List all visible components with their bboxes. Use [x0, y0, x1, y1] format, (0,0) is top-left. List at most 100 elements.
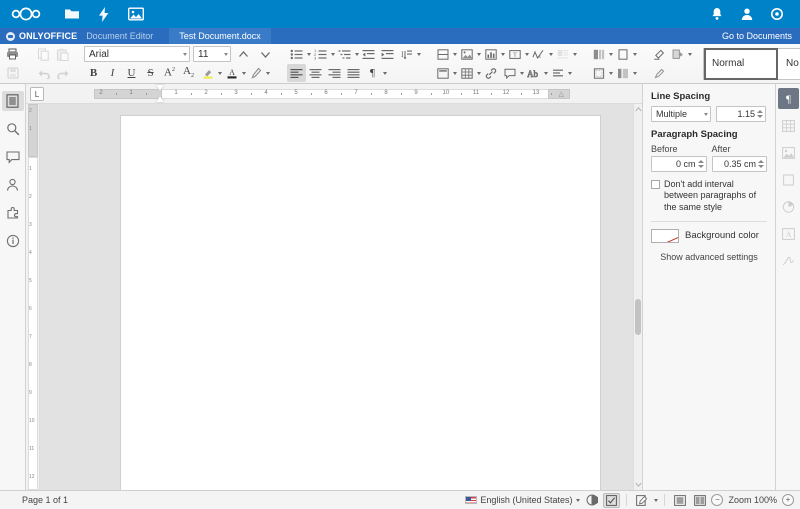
insert-dropcap-button[interactable] [553, 45, 572, 63]
bullets-button[interactable] [287, 45, 306, 63]
go-to-documents-link[interactable]: Go to Documents [722, 31, 792, 41]
underline-button[interactable]: U [122, 64, 141, 82]
insert-content-control-button[interactable] [548, 64, 567, 82]
fit-width-button[interactable] [691, 493, 708, 508]
nonprinting-chars-button[interactable]: ¶ [363, 64, 382, 82]
insert-image-button[interactable] [457, 45, 476, 63]
sidebar-item-search[interactable] [2, 119, 24, 139]
numbering-button[interactable]: 123 [311, 45, 330, 63]
language-label[interactable]: English (United States) [480, 495, 572, 505]
tab-stop-selector[interactable]: L [30, 87, 44, 101]
chevron-down-icon[interactable] [573, 53, 577, 56]
background-color-swatch[interactable] [651, 229, 679, 243]
no-interval-checkbox[interactable] [651, 180, 660, 189]
text-direction-button[interactable]: I [397, 45, 416, 63]
right-indent-marker[interactable]: △ [559, 90, 564, 98]
vertical-scrollbar[interactable] [633, 104, 642, 490]
insert-header-footer-button[interactable] [433, 64, 452, 82]
page-break-button[interactable] [433, 45, 452, 63]
vertical-ruler[interactable]: 2 1 1 2 3 4 5 6 7 8 9 10 11 12 [26, 104, 40, 490]
chevron-down-icon[interactable] [568, 72, 572, 75]
stepper-down-icon[interactable] [698, 165, 704, 168]
photos-app-icon[interactable] [120, 0, 152, 28]
scrollbar-thumb[interactable] [635, 299, 641, 335]
show-advanced-settings-link[interactable]: Show advanced settings [651, 252, 767, 262]
page-size-button[interactable] [613, 45, 632, 63]
chevron-down-icon[interactable] [688, 53, 692, 56]
copy-button[interactable] [34, 45, 53, 63]
stepper-down-icon[interactable] [758, 165, 764, 168]
print-button[interactable] [3, 45, 22, 63]
activity-app-icon[interactable] [88, 0, 120, 28]
paste-button[interactable] [53, 45, 72, 63]
highlight-pen-button[interactable] [649, 64, 668, 82]
track-changes-button[interactable] [633, 493, 650, 508]
insert-textbox-button[interactable]: T [505, 45, 524, 63]
insert-table-button[interactable] [457, 64, 476, 82]
sidebar-item-shape-settings[interactable] [778, 169, 799, 190]
spacing-before-stepper[interactable] [698, 160, 705, 168]
page-margins-button[interactable] [589, 64, 608, 82]
align-center-button[interactable] [306, 64, 325, 82]
stepper-up-icon[interactable] [758, 160, 764, 163]
chevron-down-icon[interactable] [576, 499, 580, 502]
stepper-down-icon[interactable] [757, 115, 763, 118]
fit-page-button[interactable] [671, 493, 688, 508]
chevron-down-icon[interactable] [224, 53, 228, 56]
spell-check-button[interactable] [603, 493, 620, 508]
highlight-color-button[interactable] [198, 64, 217, 82]
sidebar-item-chat[interactable] [2, 175, 24, 195]
sidebar-item-image-settings[interactable] [778, 142, 799, 163]
insert-comment-button[interactable] [500, 64, 519, 82]
gear-icon[interactable] [762, 0, 792, 28]
zoom-out-button[interactable]: − [711, 494, 723, 506]
chevron-down-icon[interactable] [183, 53, 187, 56]
background-color-row[interactable]: Background color [651, 229, 767, 243]
chevron-down-icon[interactable] [654, 499, 658, 502]
decrease-indent-button[interactable] [359, 45, 378, 63]
sidebar-item-table-settings[interactable] [778, 115, 799, 136]
notifications-icon[interactable] [702, 0, 732, 28]
sidebar-item-plugins[interactable] [2, 203, 24, 223]
line-spacing-rule-select[interactable]: Multiple [651, 106, 711, 122]
sidebar-item-comments[interactable] [2, 147, 24, 167]
chevron-down-icon[interactable] [383, 72, 387, 75]
style-normal[interactable]: Normal [704, 48, 778, 80]
horizontal-ruler[interactable]: L 2 1 1 2 3 4 5 6 7 8 9 10 11 12 13 [26, 84, 642, 104]
strikethrough-button[interactable]: S [141, 64, 160, 82]
sidebar-item-paragraph-settings[interactable]: ¶ [778, 88, 799, 109]
zoom-in-button[interactable]: + [782, 494, 794, 506]
multilevel-list-button[interactable] [335, 45, 354, 63]
undo-button[interactable] [34, 64, 53, 82]
chevron-down-icon[interactable] [417, 53, 421, 56]
copy-style-right-button[interactable] [668, 45, 687, 63]
sidebar-item-about[interactable] [2, 231, 24, 251]
page-orientation-button[interactable] [613, 64, 632, 82]
sidebar-item-chart-settings[interactable] [778, 196, 799, 217]
italic-button[interactable]: I [103, 64, 122, 82]
align-left-button[interactable] [287, 64, 306, 82]
decrease-font-size-button[interactable] [256, 45, 275, 63]
set-language-button[interactable] [583, 493, 600, 508]
font-color-button[interactable]: A [222, 64, 241, 82]
stepper-up-icon[interactable] [698, 160, 704, 163]
insert-chart-button[interactable] [481, 45, 500, 63]
increase-indent-button[interactable] [378, 45, 397, 63]
chevron-down-icon[interactable] [633, 72, 637, 75]
font-size-input[interactable]: 11 [193, 46, 231, 62]
increase-font-size-button[interactable] [234, 45, 253, 63]
clear-style-button[interactable] [649, 45, 668, 63]
format-painter-button[interactable] [246, 64, 265, 82]
superscript-button[interactable]: A2 [160, 64, 179, 82]
first-line-indent-marker[interactable] [156, 85, 164, 91]
sidebar-item-textart-settings[interactable]: A [778, 223, 799, 244]
sidebar-item-search-file[interactable] [2, 91, 24, 111]
line-spacing-stepper[interactable] [757, 110, 764, 118]
chevron-down-icon[interactable] [633, 53, 637, 56]
files-app-icon[interactable] [56, 0, 88, 28]
scroll-up-button[interactable] [635, 106, 642, 113]
redo-button[interactable] [53, 64, 72, 82]
style-no-spacing[interactable]: No Spacing [778, 48, 800, 80]
chevron-down-icon[interactable] [266, 72, 270, 75]
save-button[interactable] [3, 64, 22, 82]
